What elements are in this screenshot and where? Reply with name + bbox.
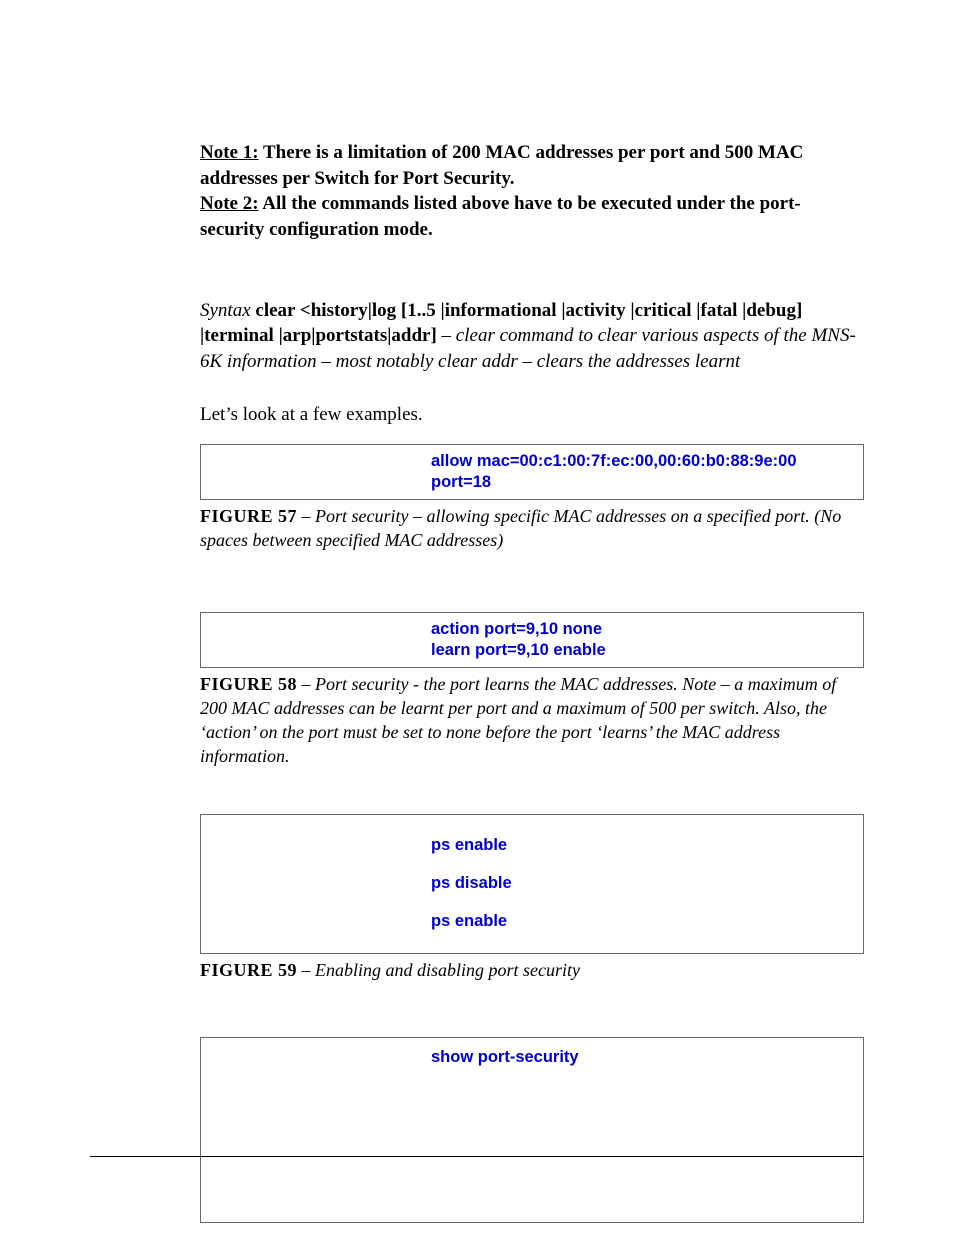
note-2: Note 2: All the commands listed above ha… <box>200 191 864 242</box>
code-block-2: action port=9,10 none learn port=9,10 en… <box>200 612 864 667</box>
code-line: action port=9,10 none <box>431 619 853 640</box>
code-line: ps disable <box>431 865 853 903</box>
syntax-block: Syntax clear <history|log [1..5 |informa… <box>200 298 864 375</box>
figure-58-caption: FIGURE 58 – Port security - the port lea… <box>200 672 864 769</box>
figure-body: – Enabling and disabling port security <box>297 960 580 980</box>
code-block-4: show port-security <box>200 1037 864 1223</box>
code-block-1: allow mac=00:c1:00:7f:ec:00,00:60:b0:88:… <box>200 444 864 499</box>
intro-text: Let’s look at a few examples. <box>200 404 864 426</box>
code-line: port=18 <box>431 472 853 493</box>
note-2-body: All the commands listed above have to be… <box>200 193 801 240</box>
syntax-label: Syntax <box>200 300 251 321</box>
code-line: ps enable <box>431 827 853 865</box>
note-1: Note 1: There is a limitation of 200 MAC… <box>200 140 864 191</box>
document-page: Note 1: There is a limitation of 200 MAC… <box>0 0 954 1235</box>
note-1-body: There is a limitation of 200 MAC address… <box>200 142 803 189</box>
note-2-label: Note 2: <box>200 193 259 214</box>
figure-label: FIGURE 58 <box>200 674 297 694</box>
code-line: allow mac=00:c1:00:7f:ec:00,00:60:b0:88:… <box>431 451 853 472</box>
figure-label: FIGURE 59 <box>200 960 297 980</box>
figure-59-caption: FIGURE 59 – Enabling and disabling port … <box>200 958 864 982</box>
footer-rule <box>90 1156 864 1157</box>
note-1-label: Note 1: <box>200 142 259 163</box>
code-line: learn port=9,10 enable <box>431 640 853 661</box>
figure-body: – Port security – allowing specific MAC … <box>200 506 841 550</box>
figure-57-caption: FIGURE 57 – Port security – allowing spe… <box>200 504 864 553</box>
figure-label: FIGURE 57 <box>200 506 297 526</box>
code-line: show port-security <box>431 1048 853 1067</box>
code-block-3: ps enable ps disable ps enable <box>200 814 864 954</box>
code-line: ps enable <box>431 903 853 941</box>
